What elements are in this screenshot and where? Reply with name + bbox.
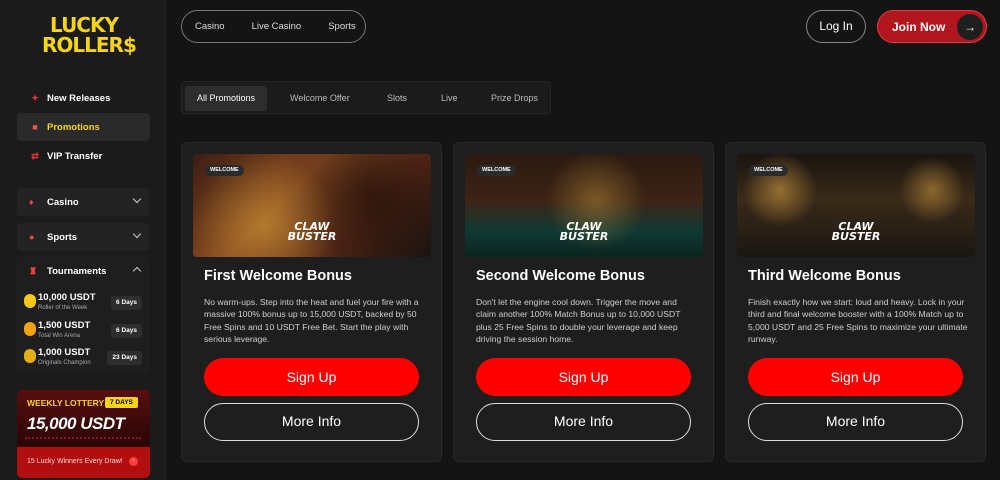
- tournament-days: 6 Days: [111, 296, 142, 310]
- ticket-divider: [25, 437, 141, 441]
- tournament-name: Roller of the Week: [38, 305, 88, 311]
- promo-title: Second Welcome Bonus: [476, 268, 645, 284]
- promo-category-badge: WELCOME: [205, 165, 244, 176]
- promo-card-third-welcome: WELCOME CLAW BUSTER Third Welcome Bonus …: [725, 142, 986, 462]
- sidebar-item-new-releases[interactable]: ✦ New Releases: [17, 84, 150, 112]
- sign-up-button[interactable]: Sign Up: [748, 358, 963, 396]
- chevron-up-icon: [132, 266, 142, 276]
- chevron-down-icon: [132, 194, 142, 204]
- sidebar-item-label: Promotions: [47, 121, 100, 133]
- sidebar-item-label: VIP Transfer: [47, 150, 103, 162]
- logo-line2: BUSTER: [559, 230, 609, 243]
- transfer-icon: ⇄: [31, 150, 39, 161]
- promo-filter-tabs: All Promotions Welcome Offer Slots Live …: [181, 81, 551, 114]
- sidebar-item-label: New Releases: [47, 92, 111, 104]
- tournament-item[interactable]: 1,500 USDT Total Win Arena 6 Days: [20, 320, 146, 344]
- filter-slots[interactable]: Slots: [375, 86, 419, 111]
- top-tab-sports[interactable]: Sports: [328, 21, 355, 32]
- promo-card-second-welcome: WELCOME CLAW BUSTER Second Welcome Bonus…: [453, 142, 714, 462]
- tournament-amount: 1,000 USDT: [38, 347, 91, 358]
- promo-title: Third Welcome Bonus: [748, 268, 901, 284]
- promo-card-first-welcome: WELCOME CLAW BUSTER First Welcome Bonus …: [181, 142, 442, 462]
- tournament-amount: 10,000 USDT: [38, 292, 96, 303]
- arrow-right-icon: ›: [129, 457, 138, 466]
- promo-category-badge: WELCOME: [477, 165, 516, 176]
- ball-icon: ●: [29, 232, 35, 242]
- lottery-footer-text: 15 Lucky Winners Every Draw!: [27, 458, 123, 465]
- group-label: Tournaments: [47, 265, 107, 277]
- gift-icon: ■: [32, 122, 38, 132]
- lottery-title: WEEKLY LOTTERY: [27, 398, 105, 408]
- group-label: Casino: [47, 196, 79, 208]
- lightning-icon: [24, 322, 36, 336]
- top-nav: Casino Live Casino Sports: [181, 10, 366, 43]
- promo-image: WELCOME CLAW BUSTER: [193, 154, 431, 257]
- tournament-item[interactable]: 1,000 USDT Originals Champion 23 Days: [20, 347, 146, 371]
- sidebar-group-casino[interactable]: ♦ Casino: [17, 188, 150, 216]
- tournament-name: Originals Champion: [38, 360, 91, 366]
- promo-description: Finish exactly how we start: loud and he…: [748, 297, 968, 345]
- arrow-right-icon: →: [957, 14, 983, 40]
- more-info-button[interactable]: More Info: [204, 403, 419, 441]
- sidebar-group-tournaments[interactable]: ♜ Tournaments: [17, 257, 150, 285]
- filter-live[interactable]: Live: [429, 86, 470, 111]
- top-tab-casino[interactable]: Casino: [195, 21, 225, 32]
- medal-icon: [24, 349, 36, 363]
- more-info-button[interactable]: More Info: [748, 403, 963, 441]
- sidebar-group-sports[interactable]: ● Sports: [17, 223, 150, 251]
- more-info-button[interactable]: More Info: [476, 403, 691, 441]
- sparkle-icon: ✦: [31, 92, 39, 103]
- logo-line2: BUSTER: [831, 230, 881, 243]
- brand-logo[interactable]: LUCKY ROLLER$: [42, 13, 137, 57]
- claw-buster-logo: CLAW BUSTER: [559, 221, 609, 243]
- dice-icon: ♦: [29, 197, 34, 207]
- tournament-days: 23 Days: [107, 351, 142, 365]
- chevron-down-icon: [132, 229, 142, 239]
- diamond-icon: [24, 294, 36, 308]
- sidebar-item-promotions[interactable]: ■ Promotions: [17, 113, 150, 141]
- join-label: Join Now: [892, 20, 946, 34]
- promo-title: First Welcome Bonus: [204, 268, 352, 284]
- join-now-button[interactable]: Join Now →: [877, 10, 987, 43]
- login-button[interactable]: Log In: [806, 10, 866, 43]
- sign-up-button[interactable]: Sign Up: [476, 358, 691, 396]
- brand-line2: ROLLER$: [42, 33, 137, 57]
- group-label: Sports: [47, 231, 78, 243]
- top-tab-live-casino[interactable]: Live Casino: [252, 21, 302, 32]
- promo-description: No warm-ups. Step into the heat and fuel…: [204, 297, 419, 345]
- tournament-name: Total Win Arena: [38, 333, 81, 339]
- tournament-days: 6 Days: [111, 324, 142, 338]
- promo-category-badge: WELCOME: [749, 165, 788, 176]
- filter-prize-drops[interactable]: Prize Drops: [479, 86, 550, 111]
- lottery-days-badge: 7 DAYS: [105, 397, 138, 408]
- sidebar-item-vip-transfer[interactable]: ⇄ VIP Transfer: [17, 142, 150, 170]
- lottery-footer: 15 Lucky Winners Every Draw! ›: [17, 447, 150, 478]
- tournament-amount: 1,500 USDT: [38, 320, 91, 331]
- weekly-lottery-banner[interactable]: WEEKLY LOTTERY 7 DAYS 15,000 USDT 15 Luc…: [17, 390, 150, 478]
- claw-buster-logo: CLAW BUSTER: [831, 221, 881, 243]
- trophy-icon: ♜: [29, 265, 38, 276]
- promo-image: WELCOME CLAW BUSTER: [465, 154, 703, 257]
- logo-line2: BUSTER: [287, 230, 337, 243]
- sign-up-button[interactable]: Sign Up: [204, 358, 419, 396]
- promo-image: WELCOME CLAW BUSTER: [737, 154, 975, 257]
- tournament-item[interactable]: 10,000 USDT Roller of the Week 6 Days: [20, 292, 146, 316]
- sidebar: LUCKY ROLLER$ ✦ New Releases ■ Promotion…: [0, 0, 166, 480]
- filter-all-promotions[interactable]: All Promotions: [185, 86, 268, 111]
- claw-buster-logo: CLAW BUSTER: [287, 221, 337, 243]
- lottery-amount: 15,000 USDT: [27, 414, 125, 433]
- brand-line1: LUCKY: [50, 13, 119, 37]
- filter-welcome-offer[interactable]: Welcome Offer: [278, 86, 362, 111]
- promo-description: Don't let the engine cool down. Trigger …: [476, 297, 681, 345]
